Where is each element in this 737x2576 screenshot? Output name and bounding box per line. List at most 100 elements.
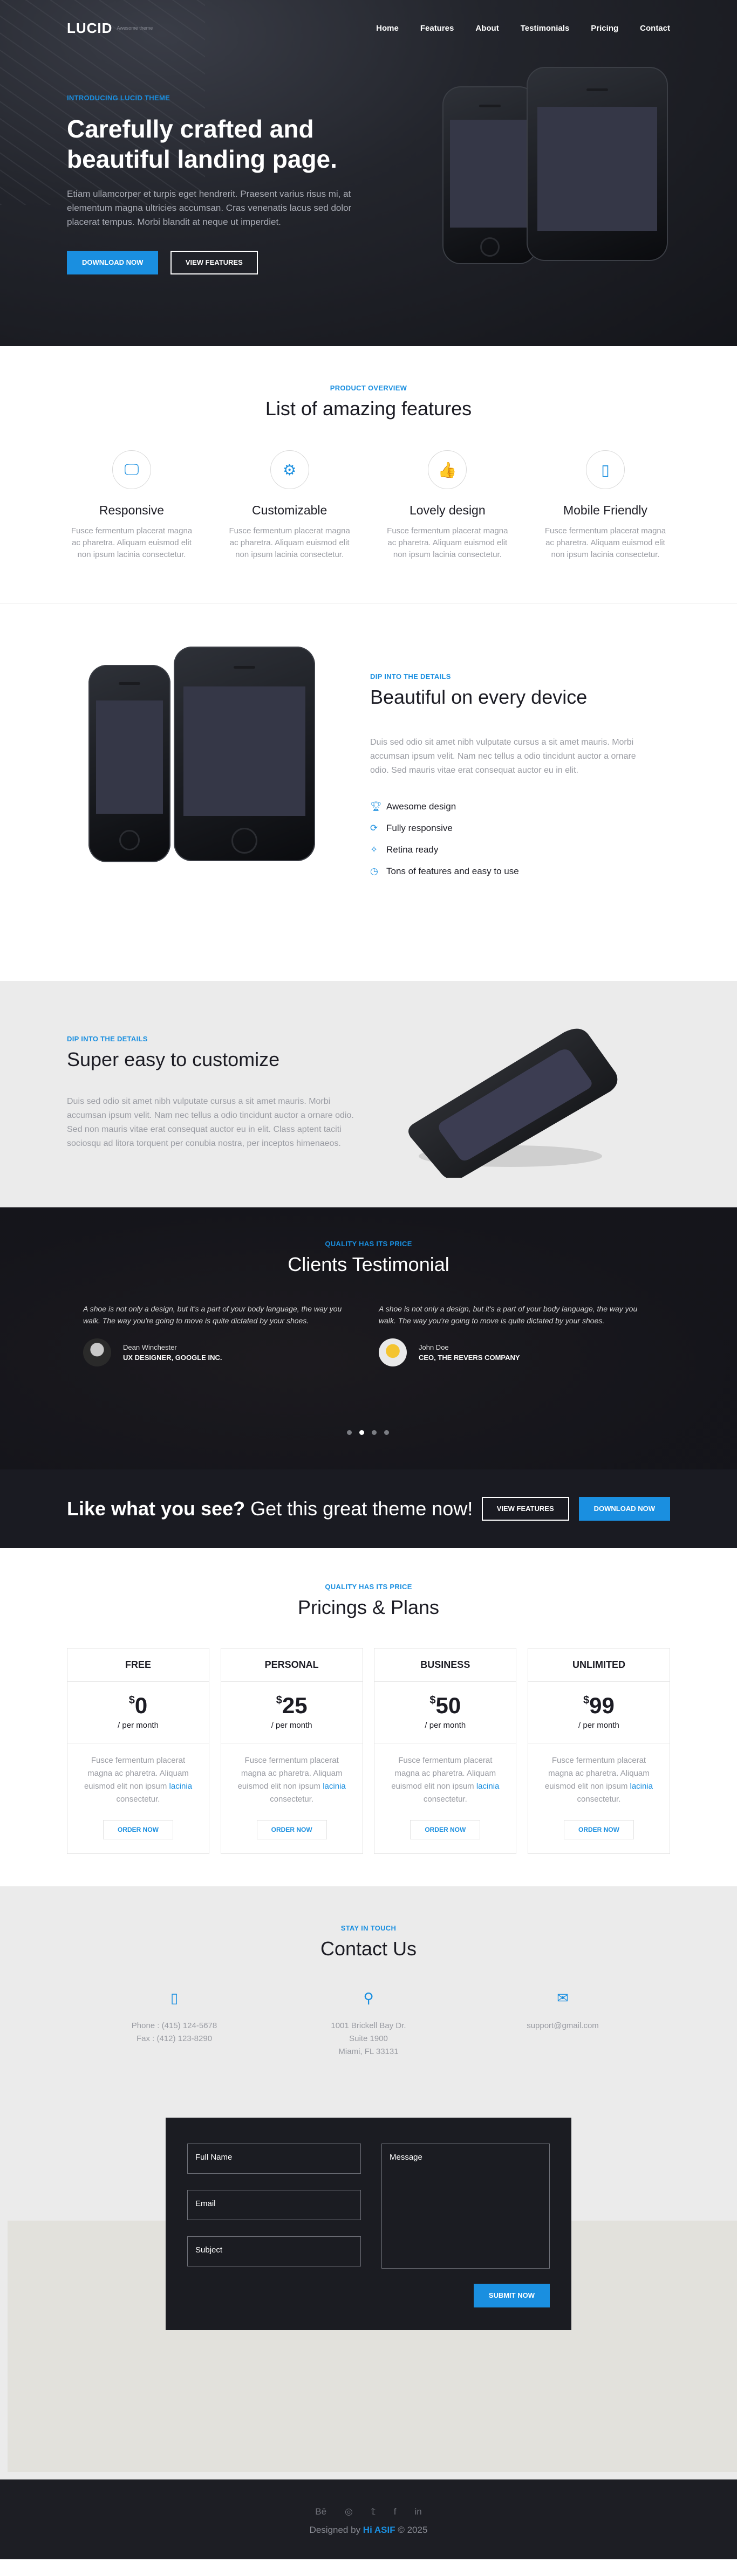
customize-text: Duis sed odio sit amet nibh vulputate cu… [67,1097,354,1148]
carousel-dot-active[interactable] [359,1430,364,1435]
pricing-card: BUSINESS $50 / per month Fusce fermentum pl… [374,1648,517,1854]
feature-title: Customizable [251,503,327,517]
carousel-dots [347,1430,389,1435]
hero-phone-back [442,86,537,264]
tilted-phone-image [408,1028,618,1178]
feature-title: Mobile Friendly [563,503,647,517]
plan-price: $0 [128,1693,148,1718]
full-name-field[interactable]: Full Name [187,2144,361,2174]
plan-period: / per month [118,1721,159,1730]
view-features-button[interactable]: VIEW FEATURES [170,251,258,274]
plan-name: FREE [67,1648,209,1682]
feature-text: Fusce fermentum placerat magna ac pharet… [387,526,508,559]
contact-email-block: ✉ support@gmail.com [487,1991,638,2058]
testimonials-section: QUALITY HAS ITS PRICE Clients Testimonia… [0,1207,737,1469]
pricing-section: QUALITY HAS ITS PRICE Pricings & Plans F… [0,1548,737,1886]
author-link[interactable]: Hi ASIF [363,2525,395,2535]
testimonial-quote: A shoe is not only a design, but it's a … [379,1304,638,1325]
phone-icon: ▯ [170,1990,179,2006]
author-name: Dean Winchester [123,1343,177,1351]
dribbble-icon[interactable]: ◎ [345,2506,353,2517]
plan-description: Fusce fermentum placerat magna ac pharet… [84,1756,193,1804]
features-kicker: PRODUCT OVERVIEW [330,384,407,392]
contact-address-block: ⚲ 1001 Brickell Bay Dr. Suite 1900 Miami… [293,1991,444,2058]
testimonial-card: A shoe is not only a design, but it's a … [83,1303,358,1366]
menu-item-contact[interactable]: Contact [640,24,670,33]
menu-item-home[interactable]: Home [376,24,399,33]
plan-price-block: $0 / per month [67,1682,209,1743]
device-title: Beautiful on every device [370,686,588,708]
pricing-card: UNLIMITED $99 / per month Fusce fermentum p… [527,1648,670,1854]
email-field[interactable]: Email [187,2190,361,2220]
menu-item-pricing[interactable]: Pricing [591,24,618,33]
order-now-button[interactable]: ORDER NOW [410,1820,481,1839]
logo[interactable]: LUCID [67,20,112,37]
feature-card: 👍 Lovely design Fusce fermentum placerat… [383,450,512,561]
message-field[interactable]: Message [381,2144,550,2269]
cta-section: Like what you see? Get this great theme … [0,1469,737,1548]
feature-card: 🖵 Responsive Fusce fermentum placerat ma… [67,450,196,561]
customize-title: Super easy to customize [67,1048,280,1070]
plan-price-block: $50 / per month [374,1682,516,1743]
device-phone-back [88,665,170,862]
thumbs-up-icon: 👍 [428,450,467,489]
pricing-card: FREE $0 / per month Fusce fermentum placera… [67,1648,209,1854]
twitter-icon[interactable]: 𝕥 [371,2506,376,2517]
list-item: 🏆︎ Awesome design [370,801,456,812]
carousel-dot[interactable] [347,1430,352,1435]
mobile-icon: ▯ [585,450,625,489]
menu-item-features[interactable]: Features [420,24,454,33]
download-now-button[interactable]: DOWNLOAD NOW [67,251,159,274]
plan-name: UNLIMITED [528,1648,670,1682]
clock-icon: ◷ [370,866,378,876]
device-text: Duis sed odio sit amet nibh vulputate cu… [370,738,636,775]
navbar: LUCID Awesome theme Home Features About … [67,19,670,37]
device-phone-front [174,647,315,861]
carousel-dot[interactable] [372,1430,377,1435]
avatar [379,1338,407,1366]
list-item: ⟳ Fully responsive [370,823,453,833]
plan-period: / per month [578,1721,619,1730]
cta-view-features-button[interactable]: VIEW FEATURES [481,1497,569,1521]
features-title: List of amazing features [265,397,472,420]
author-role: CEO, THE REVERS COMPANY [419,1354,520,1362]
footer: Bē ◎ 𝕥 f in Designed by Hi ASIF © 2025 [0,2479,737,2559]
menu-item-testimonials[interactable]: Testimonials [521,24,570,33]
author-name: John Doe [419,1343,449,1351]
plan-price: $25 [276,1693,308,1718]
order-now-button[interactable]: ORDER NOW [103,1820,173,1839]
trophy-icon: 🏆︎ [370,801,382,812]
plan-description: Fusce fermentum placerat magna ac pharet… [391,1756,500,1804]
cta-download-now-button[interactable]: DOWNLOAD NOW [578,1497,670,1521]
logo-tagline: Awesome theme [117,25,153,31]
customize-kicker: DIP INTO THE DETAILS [67,1035,148,1043]
subject-field[interactable]: Subject [187,2236,361,2266]
plan-description: Fusce fermentum placerat magna ac pharet… [544,1756,653,1804]
menu-item-about[interactable]: About [475,24,499,33]
feature-card: ⚙ Customizable Fusce fermentum placerat … [225,450,354,561]
plan-price: $99 [583,1693,615,1718]
list-item: ◷ Tons of features and easy to use [370,866,519,876]
behance-icon[interactable]: Bē [315,2506,326,2517]
monitor-icon: 🖵 [112,450,151,489]
contact-form: Full Name Email Subject Message SUBMIT N… [166,2118,571,2330]
social-links: Bē ◎ 𝕥 f in [0,2506,737,2517]
carousel-dot[interactable] [384,1430,389,1435]
facebook-icon[interactable]: f [394,2506,397,2517]
testimonials-kicker: QUALITY HAS ITS PRICE [325,1240,412,1248]
avatar [83,1338,111,1366]
plan-price-block: $99 / per month [528,1682,670,1743]
sparkle-icon: ✧ [370,844,378,855]
feature-card: ▯ Mobile Friendly Fusce fermentum placer… [541,450,670,561]
linkedin-icon[interactable]: in [415,2506,422,2517]
hero-phone-front [527,67,668,261]
order-now-button[interactable]: ORDER NOW [563,1820,634,1839]
hero-kicker: INTRODUCING LUCID THEME [67,94,170,102]
order-now-button[interactable]: ORDER NOW [256,1820,327,1839]
contact-email[interactable]: support@gmail.com [487,2019,638,2032]
contact-kicker: STAY IN TOUCH [340,1924,397,1932]
plan-name: PERSONAL [221,1648,363,1682]
submit-button[interactable]: SUBMIT NOW [473,2284,550,2307]
contact-section: STAY IN TOUCH Contact Us ▯ Phone : (415)… [0,1886,737,2479]
testimonial-quote: A shoe is not only a design, but it's a … [83,1304,342,1325]
